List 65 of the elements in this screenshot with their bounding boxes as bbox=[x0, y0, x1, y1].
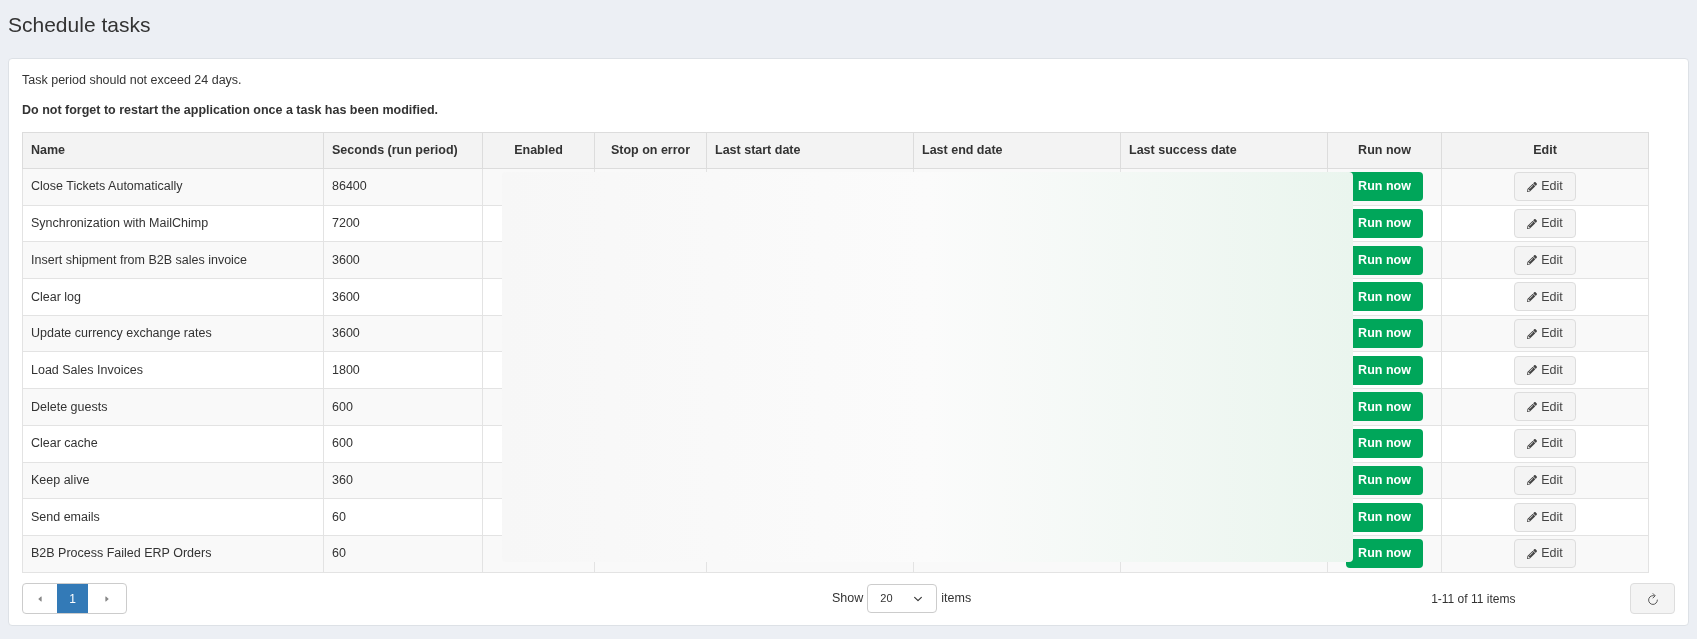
next-icon bbox=[103, 594, 111, 603]
pencil-icon bbox=[1527, 218, 1538, 229]
edit-button[interactable]: Edit bbox=[1514, 282, 1576, 312]
pencil-icon bbox=[1527, 512, 1538, 523]
pencil-icon bbox=[1527, 328, 1538, 339]
table-cell: 1800 bbox=[323, 351, 483, 389]
table-cell: Clear cache bbox=[22, 425, 324, 462]
column-header: Stop on error bbox=[594, 132, 707, 169]
page-title: Schedule tasks bbox=[7, 12, 152, 38]
column-header: Last start date bbox=[706, 132, 914, 169]
table-cell: B2B Process Failed ERP Orders bbox=[22, 535, 324, 573]
edit-button[interactable]: Edit bbox=[1514, 319, 1576, 349]
edit-button[interactable]: Edit bbox=[1514, 172, 1576, 202]
column-header: Last end date bbox=[913, 132, 1121, 169]
pencil-icon bbox=[1527, 181, 1538, 192]
refresh-icon bbox=[1645, 591, 1660, 606]
table-cell: 3600 bbox=[323, 241, 483, 279]
table-cell: Close Tickets Automatically bbox=[22, 168, 324, 206]
table-cell: 60 bbox=[323, 535, 483, 573]
pencil-icon bbox=[1527, 365, 1538, 376]
previous-icon bbox=[36, 594, 44, 603]
edit-button[interactable]: Edit bbox=[1514, 429, 1576, 459]
pencil-icon bbox=[1527, 291, 1538, 302]
table-cell: 600 bbox=[323, 388, 483, 426]
table-cell: Insert shipment from B2B sales invoice bbox=[22, 241, 324, 279]
table-cell: Update currency exchange rates bbox=[22, 315, 324, 352]
items-label: items bbox=[941, 590, 972, 608]
column-header: Edit bbox=[1441, 132, 1649, 169]
table-cell: 3600 bbox=[323, 278, 483, 316]
edit-button[interactable]: Edit bbox=[1514, 355, 1576, 385]
column-header: Name bbox=[22, 132, 324, 169]
table-cell: 3600 bbox=[323, 315, 483, 352]
pencil-icon bbox=[1527, 255, 1538, 266]
pencil-icon bbox=[1527, 401, 1538, 412]
edit-button[interactable]: Edit bbox=[1514, 245, 1576, 275]
table-cell: Keep alive bbox=[22, 462, 324, 499]
items-summary: 1-11 of 11 items bbox=[1431, 590, 1516, 608]
column-header: Enabled bbox=[482, 132, 595, 169]
edit-button[interactable]: Edit bbox=[1514, 502, 1576, 532]
table-cell: 600 bbox=[323, 425, 483, 462]
edit-button[interactable]: Edit bbox=[1514, 465, 1576, 495]
pencil-icon bbox=[1527, 548, 1538, 559]
edit-button[interactable]: Edit bbox=[1514, 539, 1576, 569]
table-cell: Load Sales Invoices bbox=[22, 351, 324, 389]
page-button[interactable]: 1 bbox=[57, 584, 88, 614]
table-cell: Synchronization with MailChimp bbox=[22, 205, 324, 242]
edit-button[interactable]: Edit bbox=[1514, 392, 1576, 422]
page-size-select[interactable]: 20 bbox=[867, 584, 938, 614]
show-label: Show bbox=[832, 590, 864, 608]
refresh-button[interactable] bbox=[1630, 583, 1675, 615]
table-cell: 360 bbox=[323, 462, 483, 499]
table-cell: 7200 bbox=[323, 205, 483, 242]
note-text: Do not forget to restart the application once a task has been modified. bbox=[22, 102, 440, 118]
table-cell: Send emails bbox=[22, 498, 324, 536]
pencil-icon bbox=[1527, 475, 1538, 486]
column-header: Run now bbox=[1327, 132, 1442, 169]
column-header: Seconds (run period) bbox=[323, 132, 483, 169]
table-cell: Clear log bbox=[22, 278, 324, 316]
edit-button[interactable]: Edit bbox=[1514, 209, 1576, 239]
column-header: Last success date bbox=[1120, 132, 1328, 169]
note-text: Task period should not exceed 24 days. bbox=[22, 72, 243, 88]
table-cell: 60 bbox=[323, 498, 483, 536]
table-cell: 86400 bbox=[323, 168, 483, 206]
pencil-icon bbox=[1527, 438, 1538, 449]
table-cell: Delete guests bbox=[22, 388, 324, 426]
